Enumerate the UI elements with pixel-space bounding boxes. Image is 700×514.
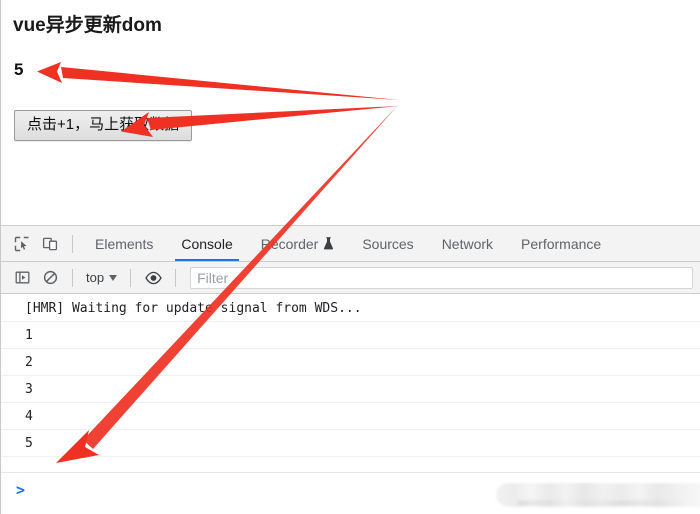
prompt-caret-icon: > <box>16 481 26 499</box>
increment-and-fetch-button[interactable]: 点击+1，马上获取数据 <box>14 110 193 142</box>
tab-console-label: Console <box>181 235 233 252</box>
console-filter-input[interactable] <box>190 266 693 289</box>
console-log-row: 2 <box>1 349 700 376</box>
counter-value: 5 <box>14 60 24 79</box>
web-page-viewport: vue异步更新dom 5 点击+1，马上获取数据 <box>1 0 700 224</box>
tab-network[interactable]: Network <box>428 226 507 261</box>
console-log-list[interactable]: [HMR] Waiting for update signal from WDS… <box>1 295 700 485</box>
console-log-row: 1 <box>1 322 700 349</box>
inspect-element-icon[interactable] <box>8 230 36 258</box>
browser-window: vue异步更新dom 5 点击+1，马上获取数据 Elements Consol… <box>0 0 700 514</box>
inspect-element-glyph <box>14 236 29 251</box>
devtools-panel: Elements Console Recorder Sources Networ… <box>1 225 700 514</box>
execution-context-label: top <box>86 270 105 285</box>
console-log-row: [HMR] Waiting for update signal from WDS… <box>1 295 700 322</box>
chevron-down-icon <box>109 274 118 281</box>
console-log-row: 5 <box>1 430 700 457</box>
device-toolbar-icon[interactable] <box>36 230 64 258</box>
device-toolbar-glyph <box>42 237 58 250</box>
execution-context-dropdown[interactable]: top <box>81 268 122 287</box>
flask-glyph <box>324 237 334 250</box>
console-input-prompt[interactable]: > <box>1 472 700 514</box>
tab-elements-label: Elements <box>95 235 154 252</box>
tab-sources[interactable]: Sources <box>348 226 427 261</box>
console-sidebar-icon[interactable] <box>8 264 36 292</box>
tab-performance-label: Performance <box>521 235 602 252</box>
console-toolbar-divider-1 <box>72 268 73 287</box>
tab-sources-label: Sources <box>362 235 414 252</box>
clear-console-icon[interactable] <box>36 264 64 292</box>
tab-network-label: Network <box>441 235 494 252</box>
live-expression-eye-icon[interactable] <box>139 264 167 292</box>
devtools-tabbar: Elements Console Recorder Sources Networ… <box>1 226 700 262</box>
console-toolbar: top <box>1 262 700 294</box>
console-log-row: 3 <box>1 376 700 403</box>
console-sidebar-glyph <box>15 271 29 284</box>
tab-console[interactable]: Console <box>167 226 246 261</box>
eye-glyph <box>144 271 162 284</box>
tab-elements[interactable]: Elements <box>81 226 167 261</box>
tab-performance[interactable]: Performance <box>507 226 615 261</box>
console-toolbar-divider-2 <box>130 268 132 287</box>
page-title: vue异步更新dom <box>13 15 162 36</box>
tab-recorder[interactable]: Recorder <box>247 226 349 261</box>
toolbar-divider <box>72 234 73 253</box>
tab-recorder-label: Recorder <box>260 235 319 252</box>
clear-console-glyph <box>43 270 57 285</box>
blurred-watermark <box>496 483 700 507</box>
flask-icon <box>323 237 334 250</box>
console-log-row: 4 <box>1 403 700 430</box>
console-toolbar-divider-3 <box>175 268 177 287</box>
